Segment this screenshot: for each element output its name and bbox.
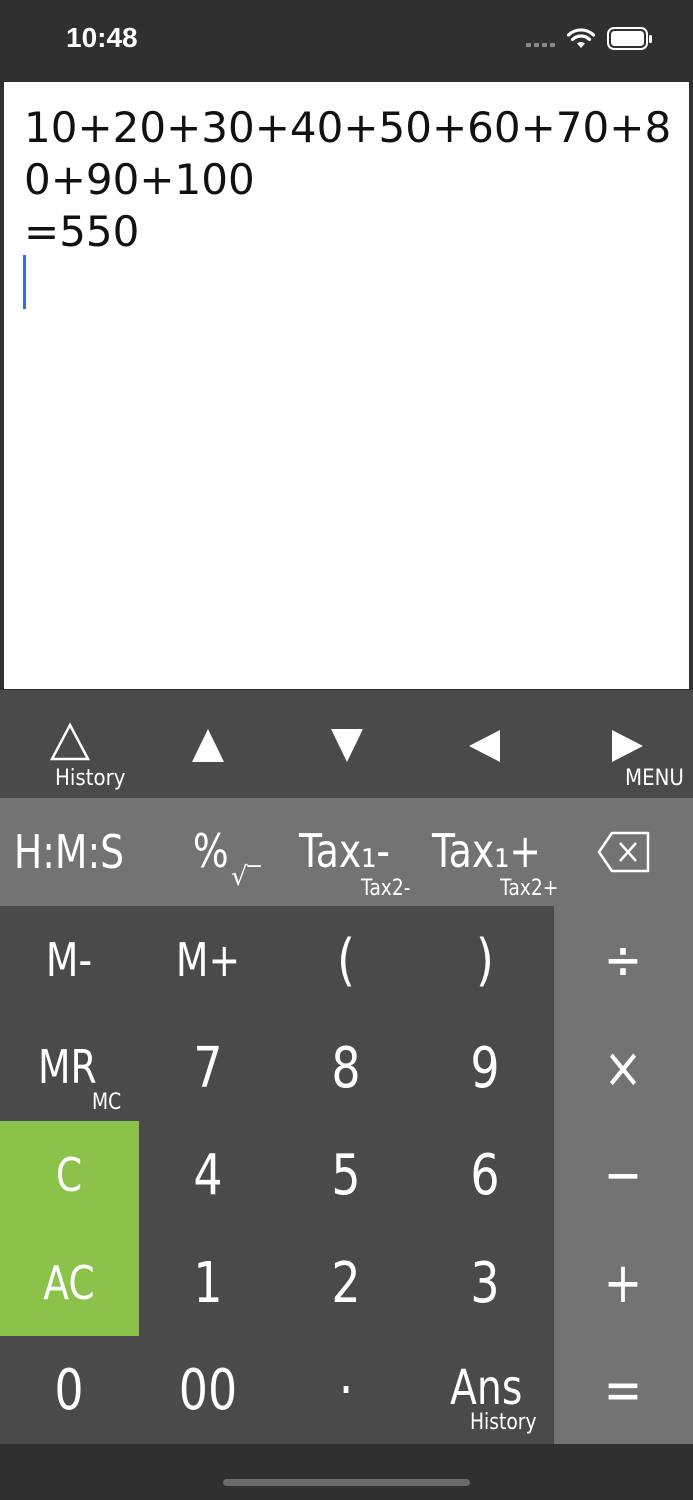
wifi-icon [567,28,595,48]
backspace-icon [597,831,650,873]
clear-button[interactable]: C [12,1121,125,1229]
battery-icon [607,27,652,50]
double-zero-button[interactable]: 00 [151,1336,264,1444]
multiply-button[interactable]: × [566,1014,679,1122]
history-nav-button[interactable]: History [0,690,138,798]
mc-sublabel: MC [92,1090,122,1115]
digit-5-button[interactable]: 5 [289,1121,402,1229]
expression-line: 10+20+30+40+50+60+70+80+90+100 [24,103,672,204]
digit-4-button[interactable]: 4 [151,1121,264,1229]
arrow-left-icon [469,730,500,762]
plus-button[interactable]: + [566,1229,679,1337]
digit-0-button[interactable]: 0 [12,1336,125,1444]
digit-2-button[interactable]: 2 [289,1229,402,1337]
tax2-plus-sublabel: Tax2+ [500,876,559,901]
left-button[interactable] [416,690,554,798]
history-triangle-icon [50,722,90,761]
sqrt-sublabel: √‾ [231,862,261,892]
ans-label: Ans [450,1360,523,1416]
function-row: H:M:S % √‾ Tax₁- Tax2- Tax₁+ Tax2+ [0,798,693,906]
history-label: History [55,766,126,791]
percent-label: % [192,824,229,878]
mr-button[interactable]: MR MC [0,1014,138,1122]
cellular-signal-icon [526,31,555,47]
tax2-minus-sublabel: Tax2- [361,876,411,901]
backspace-button[interactable] [554,798,692,906]
digit-1-button[interactable]: 1 [151,1229,264,1337]
ans-history-sublabel: History [470,1410,537,1435]
arrow-down-icon [331,729,363,762]
tax-minus-button[interactable]: Tax₁- Tax2- [277,798,415,906]
tax-plus-label: Tax₁+ [432,824,541,878]
menu-label: MENU [625,766,684,791]
all-clear-button[interactable]: AC [12,1229,125,1337]
decimal-point-button[interactable]: · [289,1336,402,1444]
arrow-up-icon [192,729,224,762]
open-paren-button[interactable]: ( [289,906,402,1014]
up-button[interactable] [139,690,277,798]
text-cursor [23,255,26,309]
status-icons [526,27,653,51]
right-menu-button[interactable]: MENU [554,690,692,798]
m-plus-button[interactable]: M+ [151,906,264,1014]
digit-8-button[interactable]: 8 [289,1014,402,1122]
close-paren-button[interactable]: ) [428,906,541,1014]
status-time: 10:48 [66,22,138,53]
percent-button[interactable]: % √‾ [139,798,277,906]
navigation-row: History MENU [0,690,693,798]
arrow-right-icon [612,730,643,762]
digit-6-button[interactable]: 6 [428,1121,541,1229]
expression-text: 10+20+30+40+50+60+70+80+90+100 =550 [24,102,674,258]
ans-button[interactable]: Ans History [416,1336,554,1444]
digit-3-button[interactable]: 3 [428,1229,541,1337]
calculator-display[interactable]: 10+20+30+40+50+60+70+80+90+100 =550 [4,82,689,689]
home-indicator[interactable] [223,1479,470,1486]
divide-button[interactable]: ÷ [566,906,679,1014]
result-line: =550 [24,207,140,256]
digit-7-button[interactable]: 7 [151,1014,264,1122]
tax-minus-label: Tax₁- [299,824,390,878]
mr-label: MR [38,1040,97,1094]
digit-9-button[interactable]: 9 [428,1014,541,1122]
tax-plus-button[interactable]: Tax₁+ Tax2+ [416,798,558,906]
equals-button[interactable]: = [566,1336,679,1444]
minus-button[interactable]: − [566,1121,679,1229]
down-button[interactable] [277,690,415,798]
status-bar: 10:48 [0,0,693,80]
m-minus-button[interactable]: M- [12,906,125,1014]
home-bar [0,1444,693,1500]
hms-button[interactable]: H:M:S [12,798,125,906]
